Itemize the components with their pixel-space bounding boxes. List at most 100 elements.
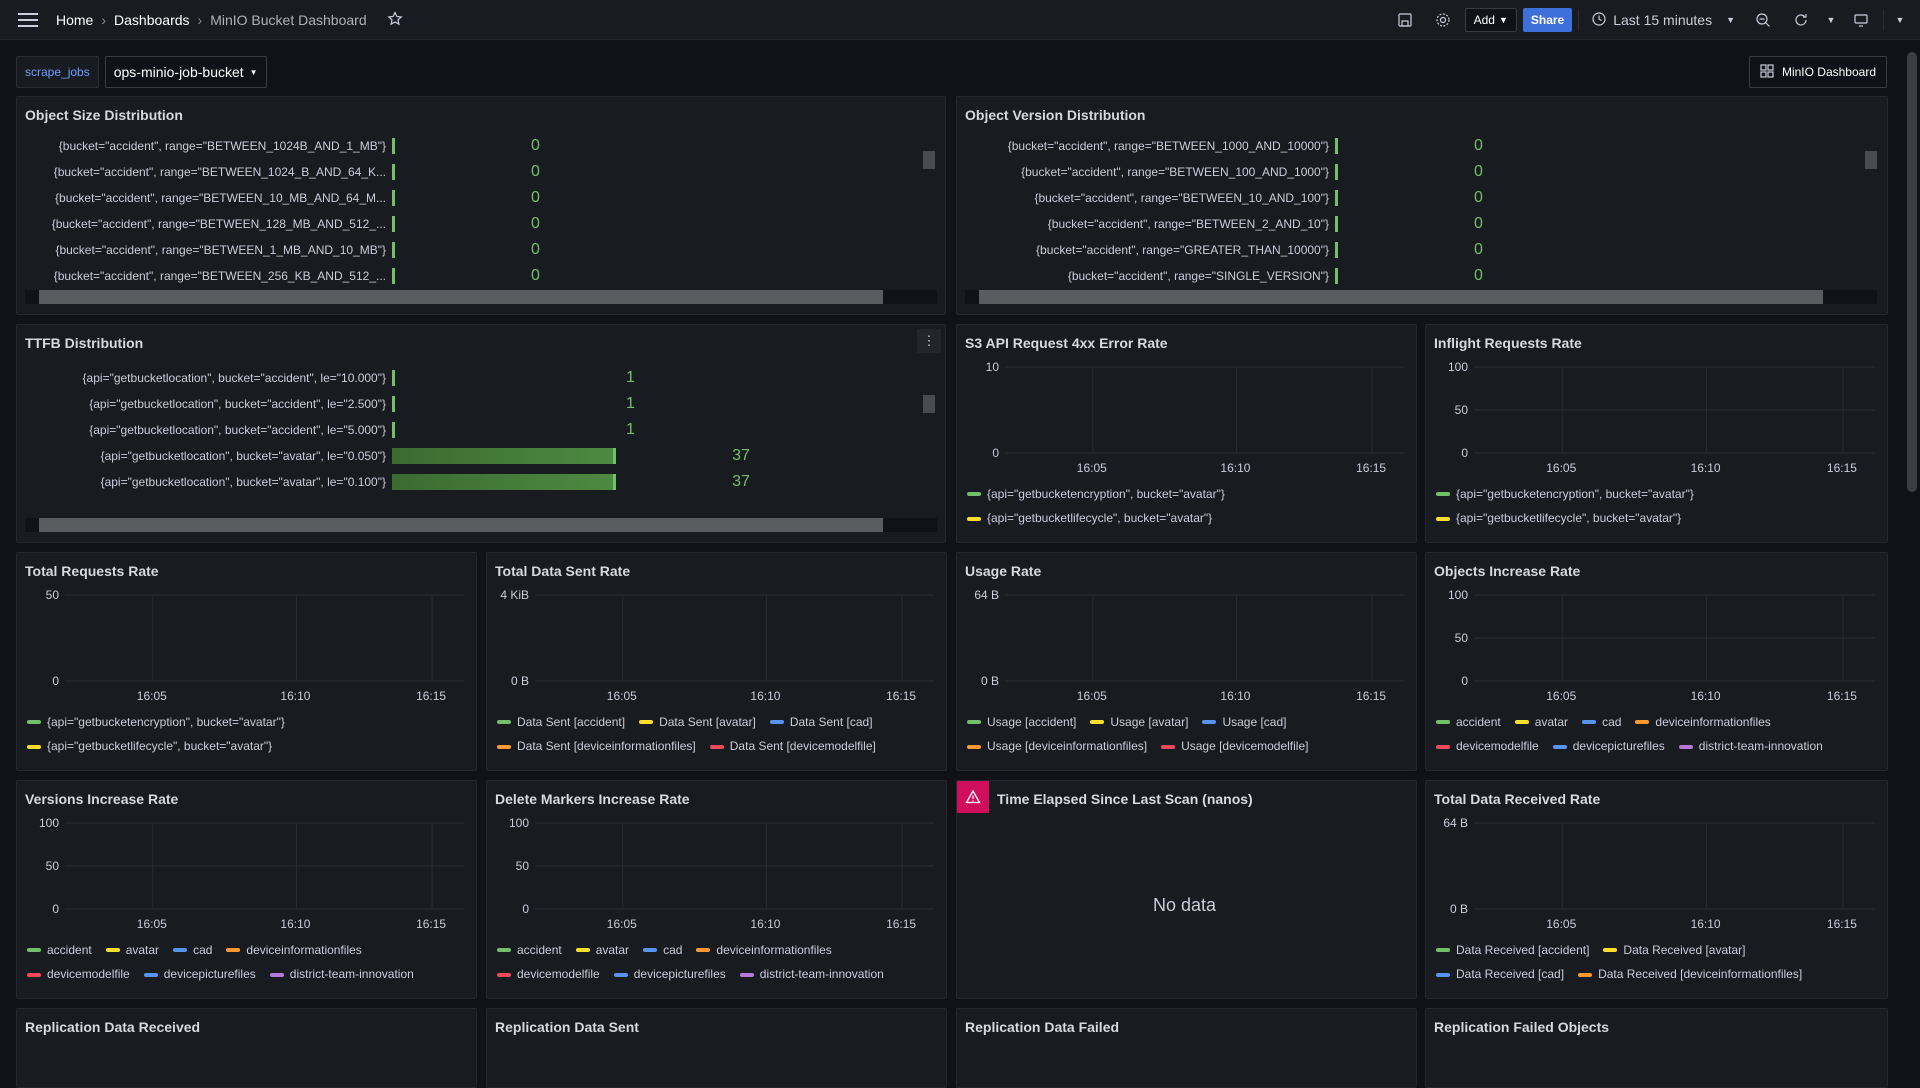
legend-item[interactable]: {api="getbucketencryption", bucket="avat…: [27, 711, 285, 734]
legend-item[interactable]: cad: [1582, 711, 1621, 734]
minio-dashboard-link[interactable]: MinIO Dashboard: [1748, 56, 1887, 88]
legend-item[interactable]: accident: [497, 939, 562, 962]
legend-swatch: [1436, 948, 1450, 952]
scrollbar-thumb[interactable]: [923, 395, 935, 413]
vertical-scrollbar[interactable]: [923, 137, 935, 287]
bar-gauge-label: {bucket="accident", range="BETWEEN_100_A…: [1021, 165, 1329, 179]
legend-item[interactable]: district-team-innovation: [1678, 735, 1823, 758]
legend-item[interactable]: deviceinformationfiles: [226, 939, 362, 962]
refresh-icon[interactable]: [1785, 6, 1817, 34]
legend-label: accident: [47, 942, 92, 957]
legend-item[interactable]: deviceinformationfiles: [696, 939, 832, 962]
scrollbar-thumb[interactable]: [979, 290, 1823, 304]
legend-item[interactable]: Data Sent [devicemodelfile]: [709, 735, 876, 758]
scrollbar-thumb[interactable]: [923, 151, 935, 169]
chevron-down-icon[interactable]: ▼: [1890, 6, 1910, 34]
legend-label: Data Sent [cad]: [789, 714, 873, 729]
legend-item[interactable]: avatar: [1514, 711, 1568, 734]
page-scrollbar[interactable]: [1904, 40, 1920, 1079]
zoom-out-icon[interactable]: [1747, 6, 1779, 34]
legend-item[interactable]: {api="getbucketlifecycle", bucket="avata…: [1436, 507, 1681, 530]
scrollbar-thumb[interactable]: [39, 518, 883, 532]
variable-select[interactable]: ops-minio-job-bucket ▼: [104, 56, 267, 88]
legend-item[interactable]: Data Received [accident]: [1436, 939, 1589, 962]
tv-mode-icon[interactable]: [1845, 6, 1877, 34]
legend-swatch: [27, 948, 41, 952]
scrollbar-thumb[interactable]: [1865, 151, 1877, 169]
bar-gauge-label: {bucket="accident", range="GREATER_THAN_…: [1036, 243, 1329, 257]
bar-gauge-bar: [1335, 190, 1338, 206]
legend-item[interactable]: Usage [avatar]: [1090, 711, 1188, 734]
gear-icon[interactable]: [1427, 6, 1459, 34]
legend-item[interactable]: Data Sent [deviceinformationfiles]: [497, 735, 696, 758]
legend-item[interactable]: Data Sent [accident]: [497, 711, 625, 734]
legend-item[interactable]: Data Sent [avatar]: [639, 711, 756, 734]
breadcrumb-home[interactable]: Home: [56, 12, 93, 28]
legend-label: cad: [1602, 714, 1622, 729]
bar-gauge-bar: [1335, 268, 1338, 284]
bar-gauge-row: {api="getbucketlocation", bucket="accide…: [17, 391, 866, 417]
panel-object-size-distribution: Object Size Distribution {bucket="accide…: [16, 96, 946, 315]
horizontal-scrollbar[interactable]: [25, 290, 937, 304]
legend-item[interactable]: devicemodelfile: [497, 963, 600, 986]
legend-swatch: [639, 720, 654, 724]
time-range-picker[interactable]: Last 15 minutes ▼: [1585, 11, 1741, 30]
bar-gauge-value: 1: [626, 395, 635, 412]
legend-item[interactable]: {api="getbucketlifecycle", bucket="avata…: [27, 735, 272, 758]
legend-item[interactable]: Data Received [deviceinformationfiles]: [1578, 963, 1802, 986]
bar-gauge-label: {bucket="accident", range="SINGLE_VERSIO…: [1067, 269, 1329, 283]
legend-item[interactable]: Data Sent [cad]: [769, 711, 873, 734]
legend-item[interactable]: Usage [accident]: [967, 711, 1076, 734]
legend-item[interactable]: avatar: [105, 939, 160, 962]
chart-legend: Usage [accident] Usage [avatar] Usage [cad…: [967, 709, 1406, 764]
legend-item[interactable]: deviceinformationfiles: [1635, 711, 1771, 734]
bar-gauge-bar: [392, 242, 395, 258]
legend-swatch: [27, 720, 41, 724]
bar-gauge-row: {bucket="accident", range="BETWEEN_128_M…: [17, 211, 676, 237]
legend-item[interactable]: {api="getbucketencryption", bucket="avat…: [967, 483, 1225, 506]
bar-gauge-bar: [392, 448, 616, 464]
horizontal-scrollbar[interactable]: [25, 518, 937, 532]
legend-label: avatar: [125, 942, 160, 957]
add-button[interactable]: Add ▼: [1464, 8, 1517, 32]
vertical-scrollbar[interactable]: [1865, 137, 1877, 287]
legend-item[interactable]: Data Received [cad]: [1436, 963, 1564, 986]
legend-item[interactable]: accident: [27, 939, 92, 962]
legend-item[interactable]: avatar: [575, 939, 629, 962]
bar-gauge-bar: [1335, 216, 1338, 232]
legend-item[interactable]: Data Received [avatar]: [1603, 939, 1745, 962]
legend-swatch: [1090, 720, 1105, 724]
scrollbar-thumb[interactable]: [1907, 52, 1917, 492]
legend-item[interactable]: devicemodelfile: [27, 963, 130, 986]
menu-icon[interactable]: [16, 10, 40, 30]
horizontal-scrollbar[interactable]: [965, 290, 1877, 304]
scrollbar-thumb[interactable]: [39, 290, 883, 304]
legend-item[interactable]: devicemodelfile: [1436, 735, 1539, 758]
divider: [1883, 9, 1884, 31]
legend-item[interactable]: devicepicturefiles: [1552, 735, 1665, 758]
star-icon[interactable]: [387, 10, 403, 30]
warning-icon[interactable]: [957, 781, 989, 813]
legend-item[interactable]: Usage [cad]: [1202, 711, 1286, 734]
legend-item[interactable]: {api="getbucketlifecycle", bucket="avata…: [967, 507, 1212, 530]
legend-item[interactable]: {api="getbucketencryption", bucket="avat…: [1436, 483, 1694, 506]
legend-item[interactable]: cad: [173, 939, 212, 962]
chart-legend: {api="getbucketencryption", bucket="avat…: [967, 481, 1406, 536]
legend-item[interactable]: district-team-innovation: [739, 963, 884, 986]
vertical-scrollbar[interactable]: [923, 365, 935, 515]
legend-item[interactable]: devicepicturefiles: [143, 963, 256, 986]
legend-item[interactable]: district-team-innovation: [269, 963, 414, 986]
bar-gauge-label: {api="getbucketlocation", bucket="accide…: [89, 423, 386, 437]
breadcrumb-dashboards[interactable]: Dashboards: [114, 12, 190, 28]
bar-gauge-row: {bucket="accident", range="BETWEEN_1_MB_…: [17, 237, 676, 263]
share-button[interactable]: Share: [1522, 8, 1573, 32]
panel-menu-icon[interactable]: ⋮: [917, 329, 941, 353]
legend-item[interactable]: devicepicturefiles: [613, 963, 726, 986]
save-icon[interactable]: [1389, 6, 1421, 34]
legend-item[interactable]: cad: [643, 939, 682, 962]
legend-item[interactable]: Usage [devicemodelfile]: [1161, 735, 1308, 758]
panel-total-requests-rate: Total Requests Rate 50 0 16:05 16:10 16:15 {ap…: [16, 552, 477, 771]
legend-item[interactable]: accident: [1436, 711, 1501, 734]
chevron-down-icon[interactable]: ▼: [1823, 6, 1839, 34]
legend-item[interactable]: Usage [deviceinformationfiles]: [967, 735, 1147, 758]
